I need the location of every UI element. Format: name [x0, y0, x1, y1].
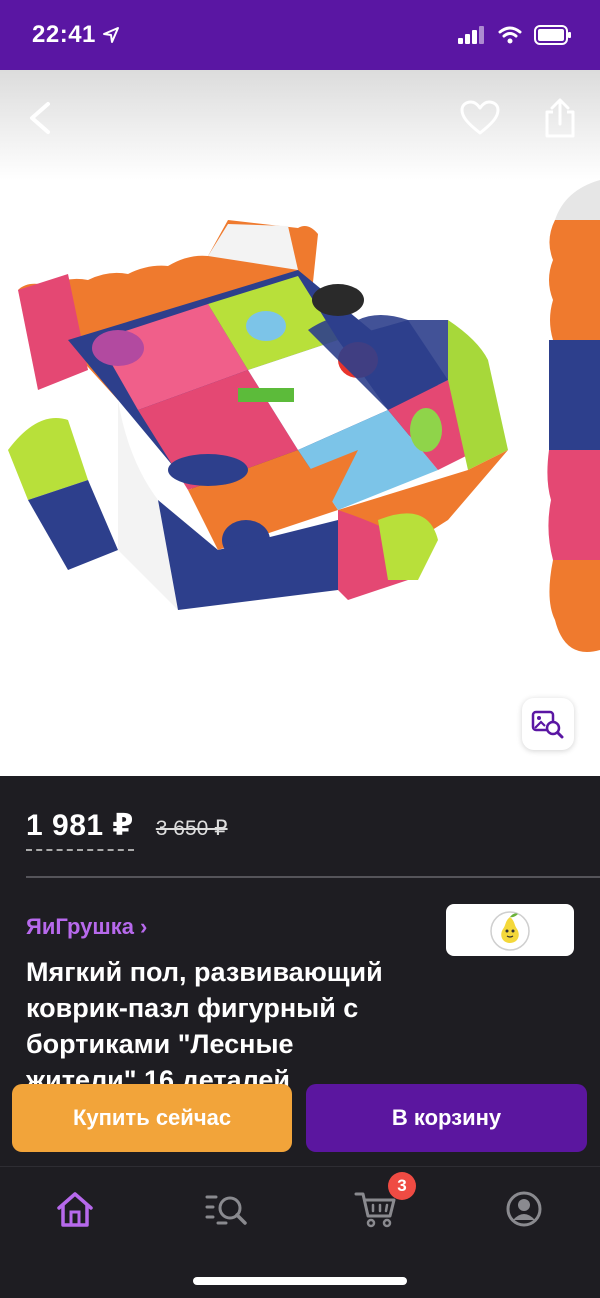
status-time: 22:41	[32, 21, 120, 49]
seller-logo[interactable]	[446, 904, 574, 956]
location-arrow-icon	[102, 27, 119, 43]
pear-logo-icon	[490, 911, 530, 951]
home-icon	[57, 1192, 93, 1227]
price-row: 1 981 ₽ 3 650 ₽	[26, 808, 228, 851]
battery-icon	[534, 25, 571, 45]
status-time-text: 22:41	[32, 21, 96, 48]
cellular-signal-icon	[458, 26, 484, 44]
current-price[interactable]: 1 981 ₽	[26, 808, 134, 851]
tab-catalog[interactable]	[196, 1185, 256, 1233]
visual-search-icon	[531, 710, 564, 739]
visual-search-button[interactable]	[522, 698, 574, 750]
back-button[interactable]	[12, 90, 68, 146]
share-button[interactable]	[532, 90, 588, 146]
seller-link[interactable]: ЯиГрушка ›	[26, 914, 147, 940]
product-image-gallery[interactable]	[0, 70, 600, 776]
home-indicator[interactable]	[193, 1277, 407, 1285]
product-image[interactable]	[8, 220, 528, 620]
favorite-button[interactable]	[452, 90, 508, 146]
share-icon	[545, 98, 575, 138]
cart-count-badge: 3	[388, 1172, 416, 1200]
status-bar: 22:41	[0, 0, 600, 70]
back-icon	[30, 102, 50, 134]
tab-profile[interactable]	[494, 1185, 554, 1233]
next-product-image-preview[interactable]	[545, 180, 600, 740]
catalog-search-icon	[205, 1195, 247, 1225]
gallery-top-shade	[0, 70, 600, 180]
profile-icon	[506, 1191, 542, 1227]
divider	[26, 876, 600, 878]
add-to-cart-button[interactable]: В корзину	[306, 1084, 587, 1152]
status-indicators	[458, 25, 572, 45]
heart-icon	[460, 100, 500, 135]
buy-now-button[interactable]: Купить сейчас	[12, 1084, 292, 1152]
tab-home[interactable]	[45, 1185, 105, 1233]
wifi-icon	[498, 26, 522, 44]
old-price: 3 650 ₽	[155, 817, 228, 840]
